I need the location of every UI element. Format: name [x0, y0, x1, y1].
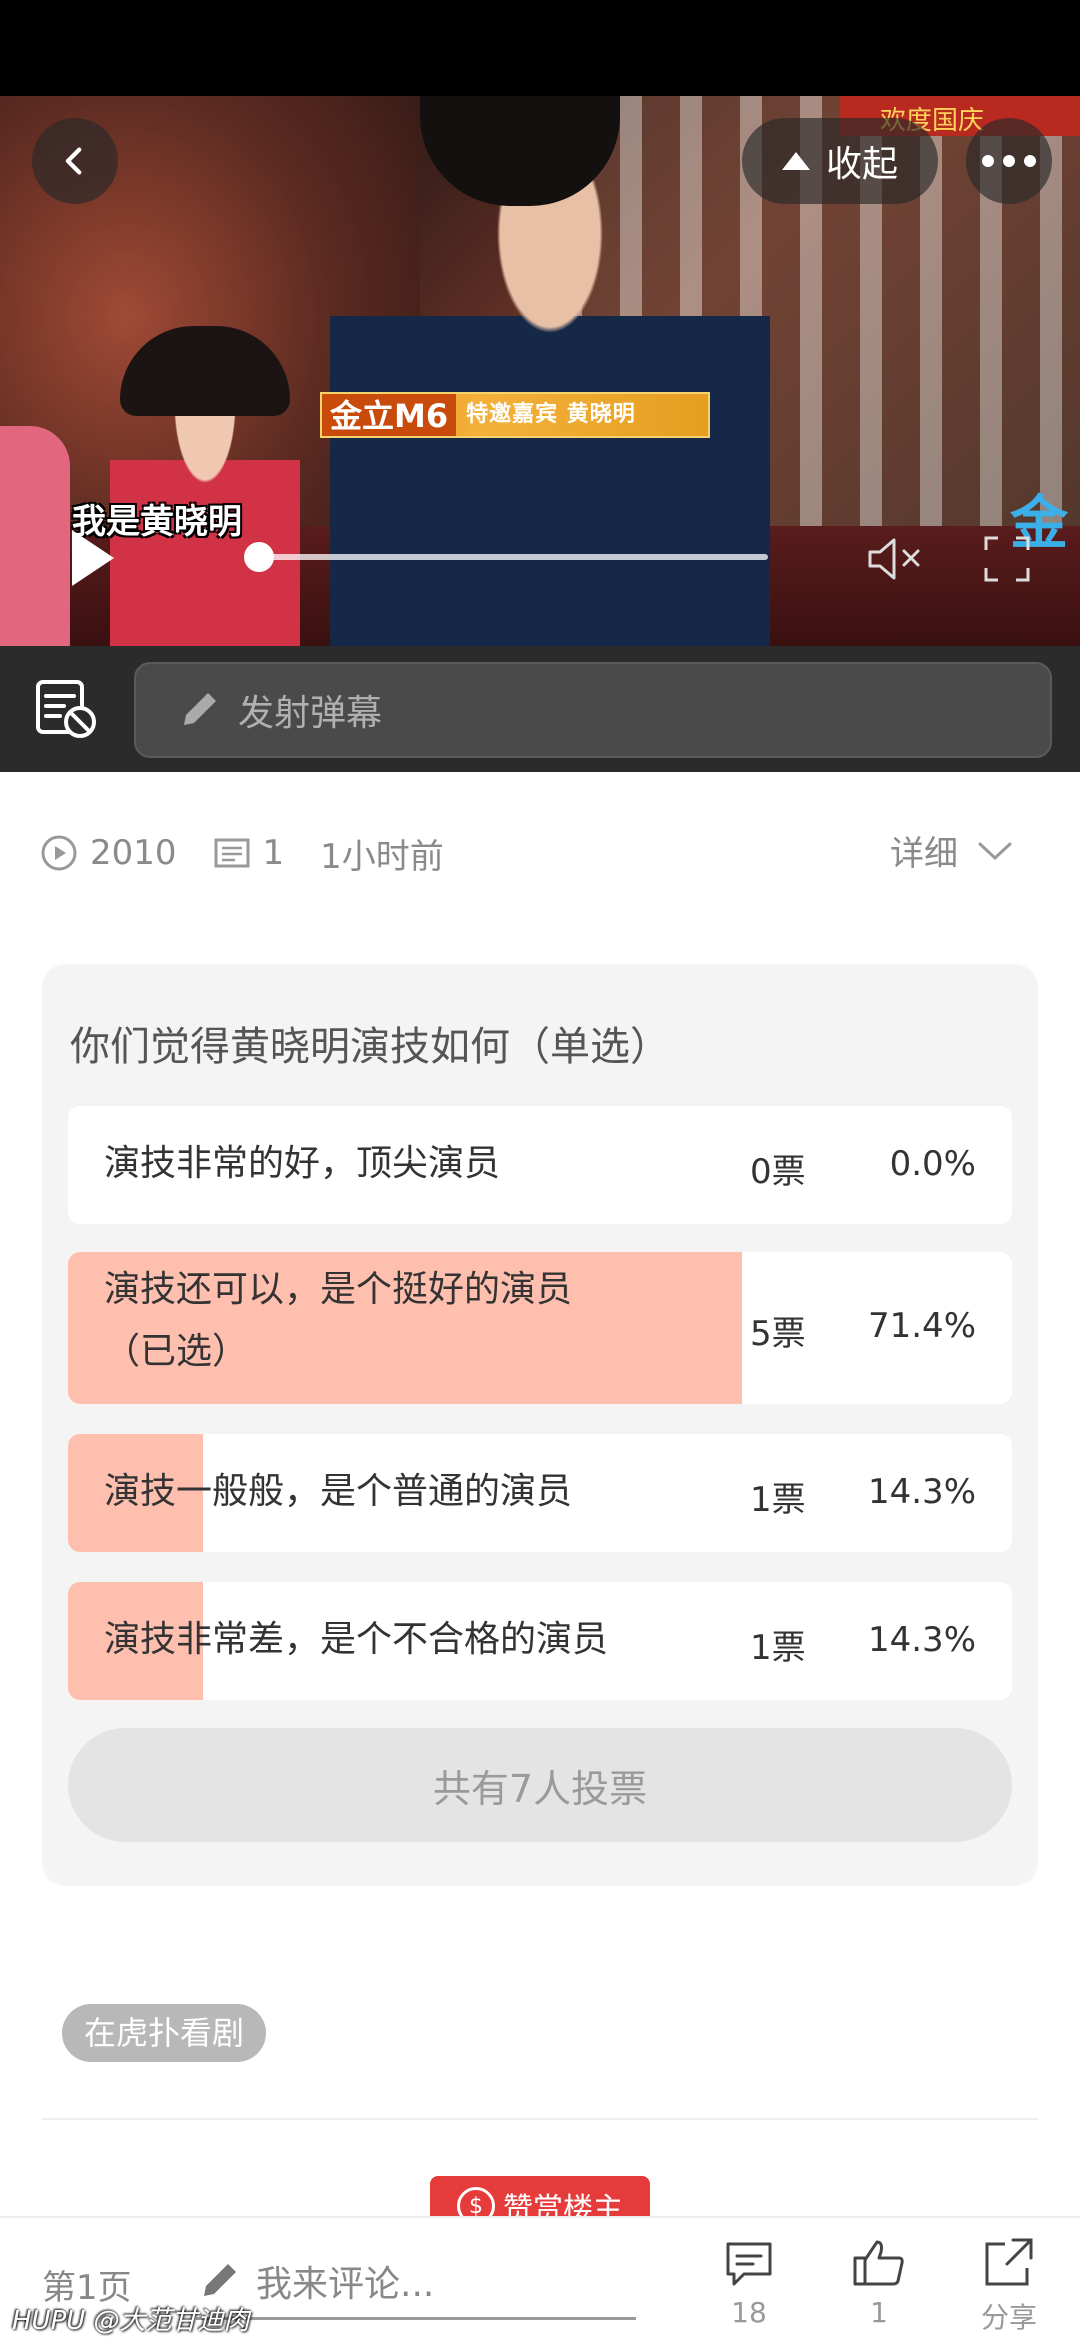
danmaku-bar: 发射弹幕	[0, 646, 1080, 772]
danmaku-toggle-icon[interactable]	[34, 676, 100, 742]
poll-option-votes: 5票	[750, 1314, 806, 1354]
lower-third-brand: 金立M6	[322, 394, 457, 436]
collapse-button[interactable]: 收起	[742, 118, 938, 204]
poll-option-votes: 1票	[750, 1628, 806, 1668]
like-button[interactable]: 1	[834, 2236, 924, 2329]
mute-icon[interactable]	[864, 534, 924, 584]
poll-total-button[interactable]: 共有7人投票	[68, 1728, 1012, 1842]
collapse-label: 收起	[825, 144, 898, 185]
video-frame-dancer	[0, 426, 70, 646]
status-bar	[0, 0, 1080, 96]
thumbs-up-icon	[853, 2240, 904, 2286]
poll-option-percent: 14.3%	[867, 1620, 976, 1660]
comment-input[interactable]: 我来评论...	[196, 2244, 636, 2320]
back-button[interactable]	[32, 118, 118, 204]
video-progress-thumb[interactable]	[244, 542, 274, 572]
pencil-icon	[204, 2263, 236, 2296]
tag-hupu-drama[interactable]: 在虎扑看剧	[62, 2004, 267, 2062]
fullscreen-icon[interactable]	[982, 534, 1032, 584]
poll-option-percent: 14.3%	[867, 1472, 976, 1512]
lower-third-text: 特邀嘉宾 黄晓明	[466, 402, 636, 427]
chevron-down-icon	[978, 842, 1012, 860]
reply-button[interactable]: 18	[704, 2236, 794, 2329]
triangle-up-icon	[781, 152, 810, 170]
poll-option-label: 演技非常差，是个不合格的演员	[104, 1619, 609, 1660]
comment-count: 1	[213, 833, 285, 873]
comment-count-value: 1	[262, 833, 285, 873]
share-label: 分享	[980, 2301, 1037, 2334]
poll-option-selected-note: （已选）	[104, 1331, 249, 1372]
more-dots-icon	[982, 155, 1036, 167]
play-circle-icon	[41, 835, 77, 871]
comment-placeholder: 我来评论...	[256, 2263, 435, 2305]
poll-option-percent: 71.4%	[867, 1306, 976, 1346]
comment-bubble-icon	[726, 2242, 772, 2286]
share-button[interactable]: 分享	[964, 2236, 1054, 2336]
danmaku-placeholder: 发射弹幕	[238, 693, 383, 734]
play-count-value: 2010	[90, 833, 177, 873]
pencil-icon	[184, 693, 216, 725]
poll-card: 你们觉得黄晓明演技如何（单选） 演技非常的好，顶尖演员 0票 0.0% 演技还可…	[42, 964, 1038, 1886]
share-icon	[985, 2238, 1033, 2286]
poll-option-label: 演技一般般，是个普通的演员	[104, 1471, 573, 1512]
video-progress-bar[interactable]	[258, 554, 768, 560]
like-count: 1	[870, 2296, 888, 2329]
poll-option-4[interactable]: 演技非常差，是个不合格的演员 1票 14.3%	[68, 1582, 1012, 1700]
watermark: HUPU @大范甘迪肉	[12, 2306, 250, 2336]
play-count: 2010	[40, 833, 177, 873]
chevron-left-icon	[65, 147, 82, 175]
more-button[interactable]	[966, 118, 1052, 204]
list-icon	[214, 838, 250, 868]
poll-option-3[interactable]: 演技一般般，是个普通的演员 1票 14.3%	[68, 1434, 1012, 1552]
detail-button[interactable]: 详细	[890, 826, 1014, 875]
play-icon[interactable]	[72, 530, 114, 586]
poll-option-votes: 0票	[750, 1152, 806, 1192]
poll-title: 你们觉得黄晓明演技如何（单选）	[70, 1024, 670, 1070]
poll-option-label: 演技非常的好，顶尖演员	[104, 1143, 501, 1184]
time-ago: 1小时前	[320, 836, 444, 877]
poll-option-votes: 1票	[750, 1480, 806, 1520]
reply-count: 18	[731, 2296, 767, 2329]
poll-option-percent: 0.0%	[889, 1144, 976, 1184]
video-lower-third: 金立M6 特邀嘉宾 黄晓明	[320, 392, 710, 438]
detail-label: 详细	[890, 834, 958, 874]
danmaku-input[interactable]: 发射弹幕	[134, 662, 1052, 758]
divider	[42, 2118, 1038, 2120]
poll-option-1[interactable]: 演技非常的好，顶尖演员 0票 0.0%	[68, 1106, 1012, 1224]
poll-option-2[interactable]: 演技还可以，是个挺好的演员 （已选） 5票 71.4%	[68, 1252, 1012, 1404]
